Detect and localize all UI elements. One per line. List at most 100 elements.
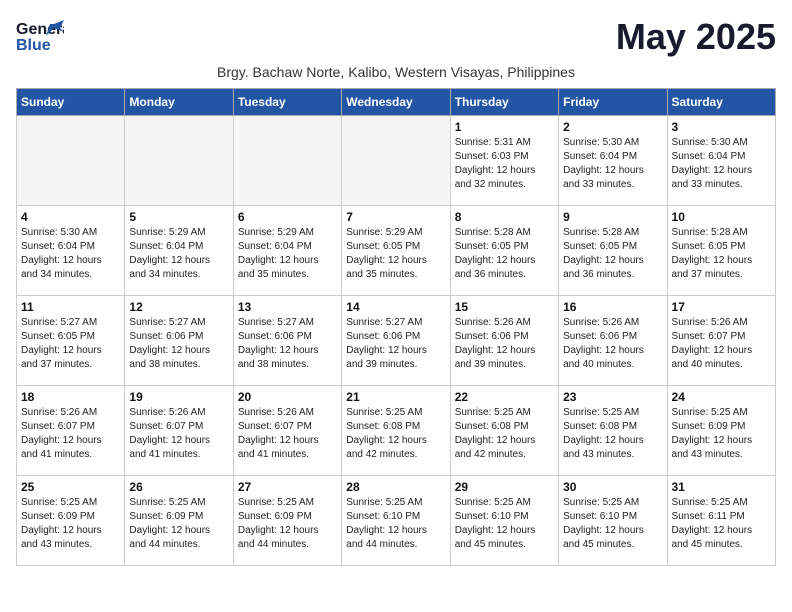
day-info: Sunrise: 5:31 AM Sunset: 6:03 PM Dayligh… [455, 136, 554, 192]
day-number: 12 [129, 300, 228, 314]
day-info: Sunrise: 5:27 AM Sunset: 6:05 PM Dayligh… [21, 316, 120, 372]
logo: General Blue [16, 16, 64, 56]
calendar-day: 11 Sunrise: 5:27 AM Sunset: 6:05 PM Dayli… [17, 296, 125, 386]
day-info: Sunrise: 5:25 AM Sunset: 6:10 PM Dayligh… [455, 496, 554, 552]
day-number: 1 [455, 120, 554, 134]
day-number: 17 [672, 300, 771, 314]
day-info: Sunrise: 5:26 AM Sunset: 6:07 PM Dayligh… [238, 406, 337, 462]
day-number: 16 [563, 300, 662, 314]
calendar-day: 26Sunrise: 5:25 AM Sunset: 6:09 PM Dayli… [125, 476, 233, 566]
day-info: Sunrise: 5:29 AM Sunset: 6:05 PM Dayligh… [346, 226, 445, 282]
day-info: Sunrise: 5:28 AM Sunset: 6:05 PM Dayligh… [455, 226, 554, 282]
calendar-day: 22Sunrise: 5:25 AM Sunset: 6:08 PM Dayli… [450, 386, 558, 476]
weekday-header-friday: Friday [559, 89, 667, 116]
calendar-day: 20 Sunrise: 5:26 AM Sunset: 6:07 PM Dayli… [233, 386, 341, 476]
day-info: Sunrise: 5:26 AM Sunset: 6:07 PM Dayligh… [129, 406, 228, 462]
day-info: Sunrise: 5:25 AM Sunset: 6:09 PM Dayligh… [238, 496, 337, 552]
day-info: Sunrise: 5:29 AM Sunset: 6:04 PM Dayligh… [129, 226, 228, 282]
calendar-day: 29 Sunrise: 5:25 AM Sunset: 6:10 PM Dayli… [450, 476, 558, 566]
day-number: 29 [455, 480, 554, 494]
day-number: 26 [129, 480, 228, 494]
day-number: 2 [563, 120, 662, 134]
day-number: 18 [21, 390, 120, 404]
calendar-day: 10 Sunrise: 5:28 AM Sunset: 6:05 PM Dayli… [667, 206, 775, 296]
day-number: 19 [129, 390, 228, 404]
calendar-day: 13 Sunrise: 5:27 AM Sunset: 6:06 PM Dayli… [233, 296, 341, 386]
day-number: 27 [238, 480, 337, 494]
day-number: 6 [238, 210, 337, 224]
day-number: 25 [21, 480, 120, 494]
day-info: Sunrise: 5:27 AM Sunset: 6:06 PM Dayligh… [129, 316, 228, 372]
weekday-header-tuesday: Tuesday [233, 89, 341, 116]
weekday-header-monday: Monday [125, 89, 233, 116]
calendar-week-4: 18 Sunrise: 5:26 AM Sunset: 6:07 PM Dayli… [17, 386, 776, 476]
calendar-day: 28 Sunrise: 5:25 AM Sunset: 6:10 PM Dayli… [342, 476, 450, 566]
calendar-day: 12 Sunrise: 5:27 AM Sunset: 6:06 PM Dayli… [125, 296, 233, 386]
day-number: 22 [455, 390, 554, 404]
day-info: Sunrise: 5:29 AM Sunset: 6:04 PM Dayligh… [238, 226, 337, 282]
page-header: General Blue May 2025 [16, 16, 776, 58]
calendar-day: 24Sunrise: 5:25 AM Sunset: 6:09 PM Dayli… [667, 386, 775, 476]
day-info: Sunrise: 5:25 AM Sunset: 6:11 PM Dayligh… [672, 496, 771, 552]
day-number: 28 [346, 480, 445, 494]
day-info: Sunrise: 5:30 AM Sunset: 6:04 PM Dayligh… [21, 226, 120, 282]
calendar-day: 7 Sunrise: 5:29 AM Sunset: 6:05 PM Daylig… [342, 206, 450, 296]
calendar-day: 2 Sunrise: 5:30 AM Sunset: 6:04 PM Daylig… [559, 116, 667, 206]
calendar-day: 3Sunrise: 5:30 AM Sunset: 6:04 PM Daylig… [667, 116, 775, 206]
weekday-header-wednesday: Wednesday [342, 89, 450, 116]
calendar-week-5: 25 Sunrise: 5:25 AM Sunset: 6:09 PM Dayli… [17, 476, 776, 566]
day-info: Sunrise: 5:25 AM Sunset: 6:10 PM Dayligh… [563, 496, 662, 552]
day-number: 8 [455, 210, 554, 224]
calendar-table: SundayMondayTuesdayWednesdayThursdayFrid… [16, 88, 776, 566]
day-info: Sunrise: 5:28 AM Sunset: 6:05 PM Dayligh… [672, 226, 771, 282]
calendar-day: 30 Sunrise: 5:25 AM Sunset: 6:10 PM Dayli… [559, 476, 667, 566]
calendar-day [125, 116, 233, 206]
day-number: 13 [238, 300, 337, 314]
logo-icon: General Blue [16, 16, 64, 56]
weekday-header-sunday: Sunday [17, 89, 125, 116]
weekday-header-thursday: Thursday [450, 89, 558, 116]
day-number: 9 [563, 210, 662, 224]
day-number: 14 [346, 300, 445, 314]
calendar-day: 6 Sunrise: 5:29 AM Sunset: 6:04 PM Daylig… [233, 206, 341, 296]
day-info: Sunrise: 5:26 AM Sunset: 6:07 PM Dayligh… [672, 316, 771, 372]
calendar-day: 1 Sunrise: 5:31 AM Sunset: 6:03 PM Daylig… [450, 116, 558, 206]
day-number: 20 [238, 390, 337, 404]
day-info: Sunrise: 5:26 AM Sunset: 6:07 PM Dayligh… [21, 406, 120, 462]
day-info: Sunrise: 5:25 AM Sunset: 6:09 PM Dayligh… [21, 496, 120, 552]
day-number: 7 [346, 210, 445, 224]
calendar-header-row: SundayMondayTuesdayWednesdayThursdayFrid… [17, 89, 776, 116]
calendar-day [342, 116, 450, 206]
calendar-day: 17 Sunrise: 5:26 AM Sunset: 6:07 PM Dayli… [667, 296, 775, 386]
day-info: Sunrise: 5:25 AM Sunset: 6:08 PM Dayligh… [563, 406, 662, 462]
calendar-day: 23 Sunrise: 5:25 AM Sunset: 6:08 PM Dayli… [559, 386, 667, 476]
calendar-day: 18 Sunrise: 5:26 AM Sunset: 6:07 PM Dayli… [17, 386, 125, 476]
day-number: 11 [21, 300, 120, 314]
calendar-day: 14Sunrise: 5:27 AM Sunset: 6:06 PM Dayli… [342, 296, 450, 386]
day-info: Sunrise: 5:30 AM Sunset: 6:04 PM Dayligh… [563, 136, 662, 192]
day-number: 10 [672, 210, 771, 224]
calendar-week-1: 1 Sunrise: 5:31 AM Sunset: 6:03 PM Daylig… [17, 116, 776, 206]
calendar-day: 4 Sunrise: 5:30 AM Sunset: 6:04 PM Daylig… [17, 206, 125, 296]
calendar-day: 15Sunrise: 5:26 AM Sunset: 6:06 PM Dayli… [450, 296, 558, 386]
calendar-day: 19 Sunrise: 5:26 AM Sunset: 6:07 PM Dayli… [125, 386, 233, 476]
calendar-day: 9Sunrise: 5:28 AM Sunset: 6:05 PM Daylig… [559, 206, 667, 296]
calendar-day: 21Sunrise: 5:25 AM Sunset: 6:08 PM Dayli… [342, 386, 450, 476]
calendar-week-3: 11 Sunrise: 5:27 AM Sunset: 6:05 PM Dayli… [17, 296, 776, 386]
calendar-day: 27 Sunrise: 5:25 AM Sunset: 6:09 PM Dayli… [233, 476, 341, 566]
calendar-day: 25 Sunrise: 5:25 AM Sunset: 6:09 PM Dayli… [17, 476, 125, 566]
day-number: 23 [563, 390, 662, 404]
day-number: 30 [563, 480, 662, 494]
day-number: 3 [672, 120, 771, 134]
calendar-subtitle: Brgy. Bachaw Norte, Kalibo, Western Visa… [16, 64, 776, 80]
calendar-day [17, 116, 125, 206]
day-info: Sunrise: 5:27 AM Sunset: 6:06 PM Dayligh… [238, 316, 337, 372]
day-info: Sunrise: 5:25 AM Sunset: 6:10 PM Dayligh… [346, 496, 445, 552]
day-number: 5 [129, 210, 228, 224]
day-number: 4 [21, 210, 120, 224]
calendar-week-2: 4 Sunrise: 5:30 AM Sunset: 6:04 PM Daylig… [17, 206, 776, 296]
calendar-body: 1 Sunrise: 5:31 AM Sunset: 6:03 PM Daylig… [17, 116, 776, 566]
weekday-header-saturday: Saturday [667, 89, 775, 116]
calendar-day [233, 116, 341, 206]
day-info: Sunrise: 5:26 AM Sunset: 6:06 PM Dayligh… [563, 316, 662, 372]
